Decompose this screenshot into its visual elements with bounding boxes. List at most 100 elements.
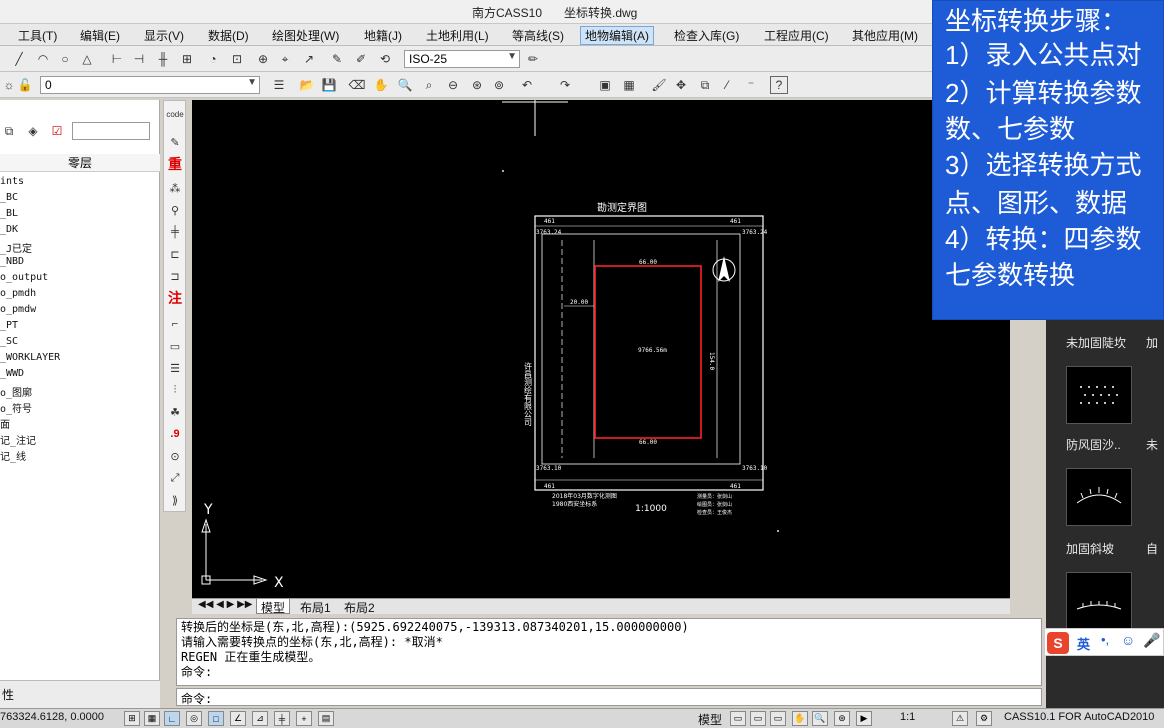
pan-icon[interactable]: ✋ — [792, 711, 808, 726]
dim-continue-icon[interactable]: ⊞ — [178, 50, 196, 68]
emoji-icon[interactable]: ☺ — [1121, 632, 1135, 648]
layer-tool-icon[interactable]: ◈ — [24, 122, 42, 140]
microphone-icon[interactable]: 🎤 — [1143, 632, 1160, 649]
properties-tab[interactable]: 性 — [0, 680, 160, 708]
dim-linear-icon[interactable]: ⊢ — [108, 50, 126, 68]
dim-text-edit-icon[interactable]: ✐ — [352, 50, 370, 68]
list-item[interactable]: _PT — [0, 320, 18, 331]
gallery-item-label[interactable]: 未加固陡坎 — [1066, 334, 1156, 351]
snap-toggle[interactable]: ⊞ — [124, 711, 140, 726]
list-item[interactable]: o_符号 — [0, 400, 32, 415]
code-icon[interactable]: code — [166, 105, 184, 123]
edit-icon[interactable]: ✎ — [166, 133, 184, 151]
menu-view[interactable]: 显示(V) — [144, 27, 184, 44]
menu-cadastre[interactable]: 地籍(J) — [364, 27, 402, 44]
command-input[interactable]: 命令: — [176, 688, 1042, 706]
menu-data[interactable]: 数据(D) — [208, 27, 249, 44]
list-item[interactable]: o_output — [0, 272, 48, 283]
drawing-canvas[interactable]: 勘测定界图 461 461 461 461 3763.24 3763.24 37… — [192, 100, 1010, 598]
gallery-thumbnail[interactable] — [1066, 572, 1132, 630]
tab-nav-icon[interactable]: ◀◀ ◀ ▶ ▶▶ — [194, 599, 256, 614]
dim-update-icon[interactable]: ⟲ — [376, 50, 394, 68]
rectangle-icon[interactable]: ▭ — [166, 337, 184, 355]
circle-icon[interactable]: ○ — [56, 50, 74, 68]
dim-ordinate-icon[interactable]: ⊡ — [228, 50, 246, 68]
annotate-icon[interactable]: 注 — [166, 289, 184, 307]
list-item[interactable]: _NBD — [0, 256, 24, 267]
dimstyle-manager-icon[interactable]: ✏ — [524, 50, 542, 68]
gallery-item-label[interactable]: 未 — [1146, 436, 1162, 453]
menu-other[interactable]: 其他应用(M) — [852, 27, 918, 44]
linetype-icon[interactable]: ☰ — [270, 76, 288, 94]
center-mark-icon[interactable]: ⊕ — [254, 50, 272, 68]
qp-toggle[interactable]: ▤ — [318, 711, 334, 726]
list-item[interactable]: _WORKLAYER — [0, 352, 60, 363]
redo-icon[interactable]: ↷ — [556, 76, 574, 94]
zoom-previous-icon[interactable]: ⊖ — [444, 76, 462, 94]
annotation-visibility-icon[interactable]: ⚠ — [952, 711, 968, 726]
menu-check[interactable]: 检查入库(G) — [674, 27, 739, 44]
ortho-toggle[interactable]: ∟ — [164, 711, 180, 726]
undo-icon[interactable]: ↶ — [518, 76, 536, 94]
zoom-window-icon[interactable]: ⌕ — [420, 76, 438, 94]
gallery-item-label[interactable]: 防风固沙.. — [1066, 436, 1156, 453]
menu-contour[interactable]: 等高线(S) — [512, 27, 564, 44]
pan-icon[interactable]: ⚲ — [166, 201, 184, 219]
list-item[interactable]: _WWD — [0, 368, 24, 379]
zoom-icon[interactable]: 🔍 — [812, 711, 828, 726]
osnap-toggle[interactable]: □ — [208, 711, 224, 726]
polar-toggle[interactable]: ◎ — [186, 711, 202, 726]
sogou-logo-icon[interactable]: S — [1047, 632, 1069, 654]
point-number-icon[interactable]: .9 — [166, 425, 184, 443]
dim-radius-icon[interactable]: ◔ — [204, 50, 222, 68]
list-item[interactable]: _BL — [0, 208, 18, 219]
list-item[interactable]: 记_注记 — [0, 432, 36, 447]
ticks-icon[interactable]: ⫶ — [166, 381, 184, 399]
triangle-icon[interactable]: △ — [78, 50, 96, 68]
point-grid-icon[interactable]: ⁂ — [166, 179, 184, 197]
tab-layout1[interactable]: 布局1 — [296, 599, 335, 615]
properties-icon[interactable]: ▣ — [596, 76, 614, 94]
menu-edit[interactable]: 编辑(E) — [80, 27, 120, 44]
zoom-realtime-icon[interactable]: ⊚ — [490, 76, 508, 94]
copy-icon[interactable]: ⧉ — [696, 76, 714, 94]
gallery-thumbnail[interactable] — [1066, 468, 1132, 526]
menu-land-use[interactable]: 土地利用(L) — [426, 27, 489, 44]
list-item[interactable]: ints — [0, 176, 24, 187]
fence-icon[interactable]: ╪ — [166, 223, 184, 241]
save-icon[interactable]: 💾 — [320, 76, 338, 94]
showmotion-icon[interactable]: ▶ — [856, 711, 872, 726]
list-item[interactable]: _SC — [0, 336, 18, 347]
extend-icon[interactable]: ⁻ — [742, 76, 760, 94]
gallery-thumbnail[interactable] — [1066, 366, 1132, 424]
gallery-item-label[interactable]: 自 — [1146, 540, 1162, 557]
list-item[interactable]: o_pmdh — [0, 288, 36, 299]
layout-icon[interactable]: ▭ — [750, 711, 766, 726]
menu-drawing[interactable]: 绘图处理(W) — [272, 27, 339, 44]
list-item[interactable]: o_图廓 — [0, 384, 32, 399]
step-icon[interactable]: ⌐ — [166, 315, 184, 333]
layer-copy-icon[interactable]: ⧉ — [0, 122, 18, 140]
layout-icon[interactable]: ▭ — [770, 711, 786, 726]
ime-language[interactable]: 英 — [1077, 634, 1090, 653]
dim-aligned-icon[interactable]: ⊣ — [130, 50, 148, 68]
gallery-item-label[interactable]: 加固斜坡 — [1066, 540, 1156, 557]
workspace-icon[interactable]: ⚙ — [976, 711, 992, 726]
zoom-extents-icon[interactable]: ⊛ — [468, 76, 486, 94]
grid-toggle[interactable]: ▦ — [144, 711, 160, 726]
layer-filter-input[interactable] — [72, 122, 150, 140]
line-icon[interactable]: ╱ — [10, 50, 28, 68]
slope-icon[interactable]: ⤢ — [166, 469, 184, 487]
trim-icon[interactable]: ⁄ — [718, 76, 736, 94]
curve-icon[interactable]: ⟫ — [166, 491, 184, 509]
pan-icon[interactable]: ✋ — [372, 76, 390, 94]
hatch-icon[interactable]: ☰ — [166, 359, 184, 377]
tolerance-icon[interactable]: ⌖ — [276, 50, 294, 68]
list-item[interactable]: 记_线 — [0, 448, 26, 463]
arc-icon[interactable]: ◠ — [34, 50, 52, 68]
zoom-icon[interactable]: 🔍 — [396, 76, 414, 94]
list-item[interactable]: o_pmdw — [0, 304, 36, 315]
layer-select[interactable]: 0 ▼ — [40, 76, 260, 94]
checkbox-icon[interactable]: ☑ — [48, 122, 66, 140]
lock-icon[interactable]: 🔓 — [16, 76, 34, 94]
